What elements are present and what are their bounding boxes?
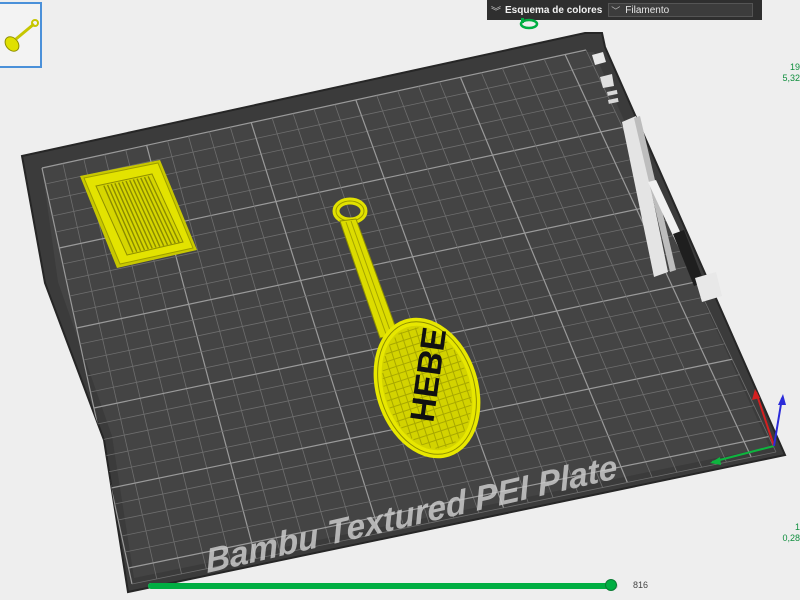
- color-scheme-dropdown[interactable]: ﹀ Filamento: [608, 3, 754, 17]
- 3d-viewport[interactable]: HEBE Bambu Textured PEI Plate: [0, 0, 800, 600]
- move-slider-track[interactable]: [148, 583, 618, 589]
- double-chevron-down-icon[interactable]: ︾: [487, 3, 505, 18]
- build-plate-scene[interactable]: HEBE Bambu Textured PEI Plate: [0, 0, 800, 600]
- chevron-down-icon: ﹀: [611, 5, 621, 16]
- plate-thumbnail[interactable]: [0, 2, 42, 68]
- move-slider-thumb[interactable]: [604, 579, 617, 591]
- racket-thumbnail-icon: [4, 19, 39, 52]
- gcode-start-marker-icon: [519, 18, 539, 30]
- top-layer-height: 5,32: [782, 73, 800, 83]
- color-scheme-panel[interactable]: ︾ Esquema de colores ﹀ Filamento: [487, 0, 762, 20]
- color-scheme-title: Esquema de colores: [505, 4, 603, 16]
- layer-slider-bottom-label[interactable]: 1 0,28: [770, 522, 800, 544]
- top-layer-number: 19: [789, 62, 800, 72]
- bottom-layer-height: 0,28: [782, 533, 800, 543]
- move-slider-value: 816: [633, 580, 649, 590]
- move-slider-fill: [148, 583, 611, 589]
- bottom-layer-number: 1: [794, 522, 800, 532]
- color-scheme-selected: Filamento: [625, 4, 670, 16]
- move-slider[interactable]: [148, 578, 628, 594]
- layer-slider-top-label[interactable]: 19 5,32: [770, 62, 800, 84]
